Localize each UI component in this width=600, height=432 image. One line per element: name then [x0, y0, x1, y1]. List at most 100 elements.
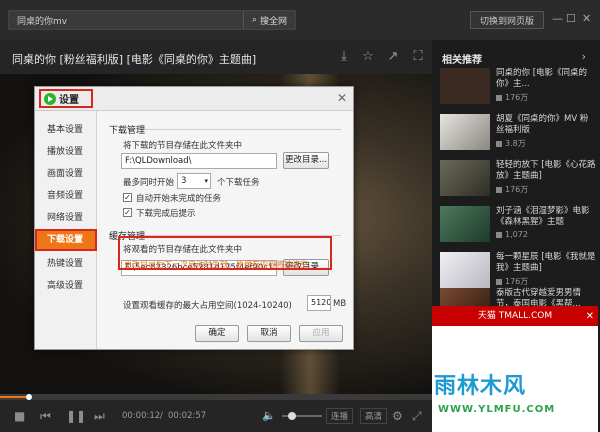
recommend-item[interactable]: 胡夏《同桌的你》MV 粉丝福利版 3.8万 [440, 114, 598, 162]
recommend-item-title: 同桌的你 [电影《同桌的你》主... [496, 68, 588, 89]
play-count-value: 176万 [505, 277, 529, 286]
sidebar-item-hotkey[interactable]: 热键设置 [35, 253, 97, 275]
recommend-title: 相关推荐 [442, 55, 482, 66]
sidebar-item-basic[interactable]: 基本设置 [35, 119, 97, 141]
thumbnail [440, 252, 490, 288]
play-count-value: 176万 [505, 185, 529, 194]
divider [145, 129, 341, 130]
ok-button[interactable]: 确定 [195, 325, 239, 342]
thumbnail [440, 288, 490, 308]
title-row: 同桌的你 [粉丝福利版] [电影《同桌的你》主题曲] ⤓ ☆ ↗ ⛶ [0, 40, 432, 74]
current-time: 00:00:12 [122, 411, 161, 421]
play-count-icon [496, 186, 502, 193]
cache-max-label: 设置观看缓存的最大占用空间(1024-10240) [123, 301, 292, 311]
recommend-item-title: 每一颗星辰 [电影《我就是我》主题曲] [496, 252, 596, 273]
volume-icon[interactable]: 🔈 [262, 408, 276, 424]
concurrent-tasks-select[interactable]: 3 ▾ [177, 173, 211, 189]
fullscreen-toggle-icon[interactable]: ⤢ [412, 408, 422, 424]
ad-close-icon[interactable]: ✕ [586, 307, 594, 327]
chevron-right-icon[interactable]: › [582, 50, 586, 63]
search-box[interactable]: 同桌的你mv ⌕ 搜全网 [8, 10, 296, 30]
fullscreen-icon[interactable]: ⛶ [410, 49, 426, 65]
download-icon[interactable]: ⤓ [336, 49, 352, 65]
time-separator: / [160, 411, 163, 421]
seek-bar-fill [0, 396, 30, 398]
play-count: 176万 [496, 184, 528, 195]
player-controls: ■ ⏮ ❚❚ ⏭ 00:00:12 / 00:02:57 🔈 连播 高清 ⚙ ⤢ [0, 400, 432, 432]
dialog-title: 设置 [59, 95, 79, 106]
volume-slider[interactable] [282, 412, 322, 420]
minimize-icon[interactable]: — [552, 12, 563, 26]
sidebar-item-audio[interactable]: 音频设置 [35, 185, 97, 207]
previous-icon[interactable]: ⏮ [40, 408, 51, 424]
cache-warning-text: 更改目录后下一次启动时生效，原缓存内容将被清空 [124, 260, 308, 269]
thumbnail [440, 114, 490, 150]
app-logo-icon [44, 92, 56, 105]
recommend-item[interactable]: 轻轻的放下 [电影《心花路放》主题曲] 176万 [440, 160, 598, 208]
next-icon[interactable]: ⏭ [94, 408, 105, 424]
finish-prompt-label: 下载完成后提示 [136, 209, 196, 219]
cache-max-field[interactable]: 5120 [307, 295, 331, 311]
settings-dialog: 设置 ✕ 基本设置 播放设置 画面设置 音频设置 网络设置 下载设置 热键设置 … [34, 86, 354, 350]
chevron-down-icon: ▾ [204, 177, 208, 185]
star-icon[interactable]: ☆ [360, 49, 376, 65]
maximize-icon[interactable]: ☐ [566, 12, 576, 26]
play-count-icon [496, 278, 502, 285]
watermark-url: WWW.YLMFU.COM [438, 404, 556, 415]
download-dir-label: 将下载的节目存储在此文件夹中 [123, 141, 243, 151]
download-change-dir-button[interactable]: 更改目录... [283, 152, 329, 169]
cancel-button[interactable]: 取消 [247, 325, 291, 342]
switch-web-button[interactable]: 切换到网页版 [470, 11, 544, 29]
search-button[interactable]: ⌕ 搜全网 [243, 11, 295, 29]
stop-icon[interactable]: ■ [14, 408, 25, 424]
auto-resume-checkbox[interactable]: ✓ [123, 193, 132, 202]
download-section-title: 下载管理 [109, 126, 146, 136]
gear-icon[interactable]: ⚙ [392, 408, 403, 424]
apply-button[interactable]: 应用 [299, 325, 343, 342]
recommend-item-title: 刘子涵《泪湿梦影》电影《森林黑猩》主题 [496, 206, 590, 227]
play-count-value: 3.8万 [505, 139, 526, 148]
quality-button[interactable]: 高清 [360, 408, 388, 424]
video-title: 同桌的你 [粉丝福利版] [电影《同桌的你》主题曲] [12, 53, 257, 66]
settings-sidebar: 基本设置 播放设置 画面设置 音频设置 网络设置 下载设置 热键设置 高级设置 [35, 111, 97, 349]
play-count-icon [496, 140, 502, 147]
sidebar-item-picture[interactable]: 画面设置 [35, 163, 97, 185]
play-count-icon [496, 94, 502, 101]
concurrent-tasks-value: 3 [181, 176, 187, 186]
dialog-header: 设置 ✕ [35, 87, 353, 111]
sidebar-item-download[interactable]: 下载设置 [35, 229, 97, 251]
watermark-text: 雨林木风 [434, 374, 527, 399]
dialog-title-box: 设置 [39, 89, 93, 108]
play-count-icon [496, 231, 502, 238]
auto-resume-label: 自动开始未完成的任务 [136, 194, 222, 204]
concurrent-suffix-label: 个下载任务 [217, 178, 260, 188]
volume-handle[interactable] [288, 412, 296, 420]
play-mode-button[interactable]: 连播 [326, 408, 354, 424]
settings-body: 下载管理 将下载的节目存储在此文件夹中 F:\QLDownload\ 更改目录.… [97, 111, 353, 317]
finish-prompt-checkbox[interactable]: ✓ [123, 208, 132, 217]
play-count-value: 1,072 [505, 230, 528, 239]
close-icon[interactable]: ✕ [582, 12, 591, 26]
play-count: 176万 [496, 92, 528, 103]
sidebar-item-advanced[interactable]: 高级设置 [35, 275, 97, 297]
sidebar-item-playback[interactable]: 播放设置 [35, 141, 97, 163]
ad-banner[interactable]: 天猫 TMALL.COM ✕ 雨林木风 WWW.YLMFU.COM [432, 306, 598, 432]
recommend-item[interactable]: 刘子涵《泪湿梦影》电影《森林黑猩》主题 1,072 [440, 206, 598, 254]
pause-icon[interactable]: ❚❚ [66, 408, 86, 424]
dialog-close-icon[interactable]: ✕ [337, 91, 347, 105]
dialog-footer: 确定 取消 应用 [97, 317, 353, 349]
search-input[interactable]: 同桌的你mv [17, 14, 67, 27]
player-window: 同桌的你mv ⌕ 搜全网 切换到网页版 — ☐ ✕ 同桌的你 [粉丝福利版] [… [0, 0, 600, 432]
search-icon: ⌕ [251, 15, 258, 25]
play-count: 176万 [496, 276, 528, 287]
concurrent-prefix-label: 最多同时开始 [123, 178, 175, 188]
cache-max-unit: MB [333, 299, 347, 309]
thumbnail [440, 206, 490, 242]
recommend-item-title: 胡夏《同桌的你》MV 粉丝福利版 [496, 114, 589, 135]
thumbnail [440, 160, 490, 196]
recommend-item[interactable]: 同桌的你 [电影《同桌的你》主... 176万 [440, 68, 598, 116]
recommend-item-title: 轻轻的放下 [电影《心花路放》主题曲] [496, 160, 596, 181]
download-dir-field[interactable]: F:\QLDownload\ [121, 153, 277, 169]
sidebar-item-network[interactable]: 网络设置 [35, 207, 97, 229]
share-icon[interactable]: ↗ [385, 49, 401, 65]
